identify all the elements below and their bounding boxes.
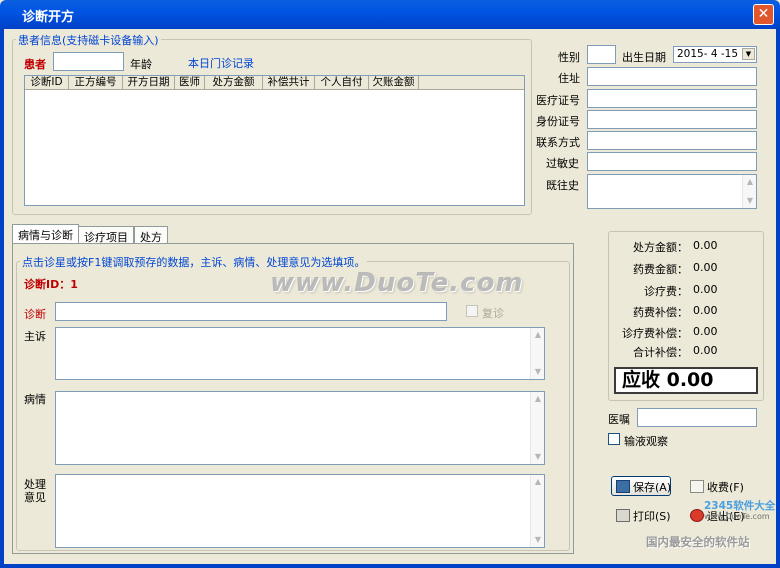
summary-label-2: 诊疗费： (644, 285, 688, 298)
diagnosis-label: 诊断 (24, 308, 46, 321)
infusion-checkbox[interactable] (608, 433, 620, 445)
save-button[interactable]: 保存(A) (611, 476, 671, 496)
summary-label-3: 药费补偿： (633, 306, 688, 319)
allergy-label: 过敏史 (546, 157, 579, 170)
dob-value: 2015- 4 -15 (677, 48, 739, 60)
contact-input[interactable] (587, 131, 757, 150)
save-label: 保存(A) (633, 481, 672, 494)
today-visits-link[interactable]: 本日门诊记录 (188, 55, 254, 71)
history-textarea[interactable]: ▲ ▼ (587, 174, 757, 209)
summary-value-3: 0.00 (693, 304, 718, 317)
history-label: 既往史 (546, 179, 579, 192)
complaint-label: 主诉 (24, 330, 46, 343)
corner-watermark: 2345软件大全 www.DuoTe.com 国内最安全的软件站 (644, 496, 778, 556)
scroll-down-icon[interactable]: ▼ (745, 196, 755, 206)
infusion-label: 输液观察 (624, 435, 668, 448)
history-scrollbar[interactable]: ▲ ▼ (742, 175, 756, 208)
scroll-down-icon[interactable]: ▼ (533, 535, 543, 545)
summary-value-5: 0.00 (693, 344, 718, 357)
diagnosis-id-label: 诊断ID：1 (24, 278, 78, 291)
condition-scrollbar[interactable]: ▲ ▼ (530, 392, 544, 464)
printer-icon (616, 509, 630, 522)
patient-info-legend: 患者信息(支持磁卡设备输入) (16, 32, 161, 48)
col-date[interactable]: 开方日期 (123, 76, 175, 90)
allergy-input[interactable] (587, 152, 757, 171)
watermark-main: www.DuoTe.com (270, 268, 524, 298)
charge-label: 收费(F) (707, 481, 744, 494)
charge-button[interactable]: 收费(F) (685, 476, 747, 496)
id-card-label: 身份证号 (536, 115, 580, 128)
tab-treatment-items[interactable]: 诊疗项目 (78, 226, 134, 244)
contact-label: 联系方式 (536, 136, 580, 149)
address-input[interactable] (587, 67, 757, 86)
scroll-up-icon[interactable]: ▲ (533, 477, 543, 487)
dob-picker[interactable]: 2015- 4 -15 ▼ (673, 46, 757, 63)
patient-label: 患者 (24, 58, 46, 71)
corner-brand: 2345软件大全 (704, 500, 776, 512)
visit-records-grid[interactable]: 诊断ID 正方编号 开方日期 医师 处方金额 补偿共计 个人自付 欠账金额 (24, 75, 525, 206)
scroll-up-icon[interactable]: ▲ (533, 330, 543, 340)
revisit-label: 复诊 (482, 307, 504, 320)
patient-input[interactable] (53, 52, 124, 71)
corner-url: www.DuoTe.com (704, 512, 770, 521)
close-button[interactable]: ✕ (753, 4, 774, 25)
scroll-down-icon[interactable]: ▼ (533, 452, 543, 462)
summary-value-0: 0.00 (693, 239, 718, 252)
revisit-checkbox[interactable] (466, 305, 478, 317)
gender-input[interactable] (587, 45, 616, 64)
id-card-input[interactable] (587, 110, 757, 129)
treatment-label-line2: 意见 (24, 491, 46, 504)
summary-value-2: 0.00 (693, 283, 718, 296)
floppy-disk-icon (616, 480, 630, 493)
advice-label: 医嘱 (608, 413, 630, 426)
treatment-scrollbar[interactable]: ▲ ▼ (530, 475, 544, 547)
scroll-down-icon[interactable]: ▼ (533, 367, 543, 377)
col-arrears[interactable]: 欠账金额 (369, 76, 419, 90)
col-diagnosis-id[interactable]: 诊断ID (25, 76, 69, 90)
advice-input[interactable] (637, 408, 757, 427)
grid-header: 诊断ID 正方编号 开方日期 医师 处方金额 补偿共计 个人自付 欠账金额 (25, 76, 524, 90)
complaint-scrollbar[interactable]: ▲ ▼ (530, 328, 544, 379)
col-self-pay[interactable]: 个人自付 (315, 76, 369, 90)
age-label: 年龄 (130, 58, 152, 71)
amount-due-display: 应收 0.00 (614, 367, 758, 394)
gender-label: 性别 (558, 51, 580, 64)
summary-value-1: 0.00 (693, 261, 718, 274)
tab-condition-diagnosis[interactable]: 病情与诊断 (12, 224, 79, 245)
corner-tagline: 国内最安全的软件站 (646, 535, 750, 549)
address-label: 住址 (558, 72, 580, 85)
window-title: 诊断开方 (22, 10, 75, 25)
summary-label-4: 诊疗费补偿： (622, 327, 688, 340)
title-bar: 诊断开方 ✕ (0, 0, 780, 29)
col-prescription-no[interactable]: 正方编号 (69, 76, 123, 90)
receipt-icon (690, 480, 704, 493)
col-compensation[interactable]: 补偿共计 (263, 76, 315, 90)
condition-textarea[interactable]: ▲ ▼ (55, 391, 545, 465)
col-amount[interactable]: 处方金额 (205, 76, 263, 90)
scroll-up-icon[interactable]: ▲ (745, 177, 755, 187)
chevron-down-icon[interactable]: ▼ (742, 48, 755, 60)
scroll-up-icon[interactable]: ▲ (533, 394, 543, 404)
dob-label: 出生日期 (622, 51, 666, 64)
col-physician[interactable]: 医师 (175, 76, 205, 90)
treatment-textarea[interactable]: ▲ ▼ (55, 474, 545, 548)
diagnosis-input[interactable] (55, 302, 447, 321)
summary-value-4: 0.00 (693, 325, 718, 338)
condition-label: 病情 (24, 393, 46, 406)
medical-id-label: 医疗证号 (536, 94, 580, 107)
summary-label-0: 处方金额： (633, 241, 688, 254)
summary-label-5: 合计补偿： (633, 346, 688, 359)
summary-label-1: 药费金额： (633, 263, 688, 276)
tab-prescription[interactable]: 处方 (134, 226, 168, 244)
medical-id-input[interactable] (587, 89, 757, 108)
complaint-textarea[interactable]: ▲ ▼ (55, 327, 545, 380)
